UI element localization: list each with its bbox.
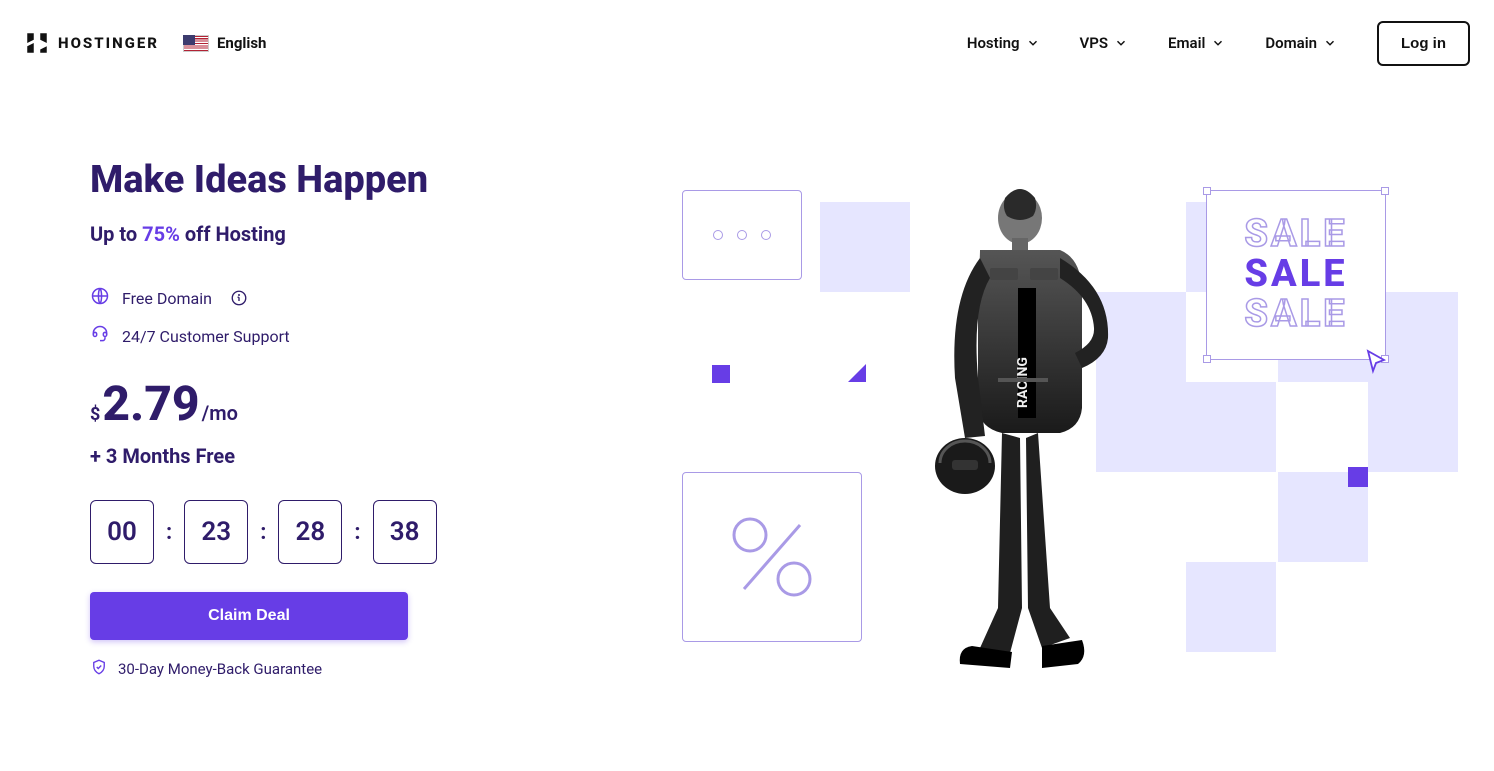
countdown-days: 00 [90, 500, 154, 564]
decor-dots-box [682, 190, 802, 280]
selection-handle [1381, 187, 1389, 195]
chevron-down-icon [1323, 36, 1337, 50]
brand-name: HOSTINGER [58, 34, 159, 52]
hero-graphic: SALE SALE SALE [630, 158, 1494, 718]
countdown-seconds: 38 [373, 500, 437, 564]
decor-sale-box: SALE SALE SALE [1206, 190, 1386, 360]
nav-vps[interactable]: VPS [1080, 34, 1129, 52]
subhead-accent: 75% [142, 222, 180, 246]
headset-icon [90, 324, 110, 348]
selection-handle [1203, 355, 1211, 363]
login-button[interactable]: Log in [1377, 21, 1470, 66]
decor-square [820, 202, 910, 292]
feature-text: 24/7 Customer Support [122, 327, 290, 346]
countdown-timer: 00 : 23 : 28 : 38 [90, 500, 630, 564]
price: $ 2.79 /mo [90, 380, 630, 428]
feature-text: Free Domain [122, 289, 212, 308]
chevron-down-icon [1114, 36, 1128, 50]
subhead-suffix: off Hosting [180, 222, 286, 246]
language-label: English [217, 34, 266, 52]
language-selector[interactable]: English [183, 34, 266, 52]
currency-symbol: $ [90, 404, 100, 425]
info-icon[interactable] [230, 289, 248, 307]
price-value: 2.79 [102, 380, 199, 428]
brand-logo[interactable]: HOSTINGER [24, 30, 159, 56]
nav-domain[interactable]: Domain [1265, 34, 1337, 52]
cursor-icon [1363, 349, 1391, 381]
header-right: Hosting VPS Email Domain Log in [967, 21, 1470, 66]
decor-accent-square [1348, 467, 1368, 487]
decor-square [1368, 382, 1458, 472]
nav-label: Email [1168, 34, 1205, 52]
nav-hosting[interactable]: Hosting [967, 34, 1040, 52]
decor-square [1186, 562, 1276, 652]
guarantee-text: 30-Day Money-Back Guarantee [118, 660, 322, 678]
nav-label: VPS [1080, 34, 1109, 52]
subhead-prefix: Up to [90, 222, 142, 246]
hero-section: Make Ideas Happen Up to 75% off Hosting … [0, 86, 1494, 718]
subheadline: Up to 75% off Hosting [90, 222, 630, 246]
sale-text: SALE [1244, 215, 1347, 255]
feature-support: 24/7 Customer Support [90, 324, 630, 348]
flag-icon [183, 35, 209, 52]
countdown-hours: 23 [184, 500, 248, 564]
sale-text: SALE [1244, 255, 1347, 295]
globe-icon [90, 286, 110, 310]
hero-person-image: RACING [910, 178, 1130, 678]
nav-label: Hosting [967, 34, 1020, 52]
countdown-sep: : [260, 520, 266, 545]
headline: Make Ideas Happen [90, 158, 630, 202]
guarantee: 30-Day Money-Back Guarantee [90, 658, 630, 680]
header: HOSTINGER English Hosting VPS Email Doma… [0, 0, 1494, 86]
logo-icon [24, 30, 50, 56]
selection-handle [1203, 187, 1211, 195]
chevron-down-icon [1026, 36, 1040, 50]
chevron-down-icon [1211, 36, 1225, 50]
percent-icon [722, 507, 822, 607]
hero-content: Make Ideas Happen Up to 75% off Hosting … [90, 158, 630, 718]
countdown-minutes: 28 [278, 500, 342, 564]
sale-text: SALE [1244, 295, 1347, 335]
shield-check-icon [90, 658, 108, 680]
nav-label: Domain [1265, 34, 1317, 52]
countdown-sep: : [166, 520, 172, 545]
svg-text:RACING: RACING [1015, 357, 1031, 408]
decor-triangle [848, 364, 866, 382]
bonus-text: + 3 Months Free [90, 444, 630, 468]
countdown-sep: : [354, 520, 360, 545]
feature-free-domain: Free Domain [90, 286, 630, 310]
claim-deal-button[interactable]: Claim Deal [90, 592, 408, 640]
price-period: /mo [202, 401, 238, 425]
decor-percent-box [682, 472, 862, 642]
header-left: HOSTINGER English [24, 30, 266, 56]
decor-accent-square [712, 365, 730, 383]
nav-email[interactable]: Email [1168, 34, 1225, 52]
